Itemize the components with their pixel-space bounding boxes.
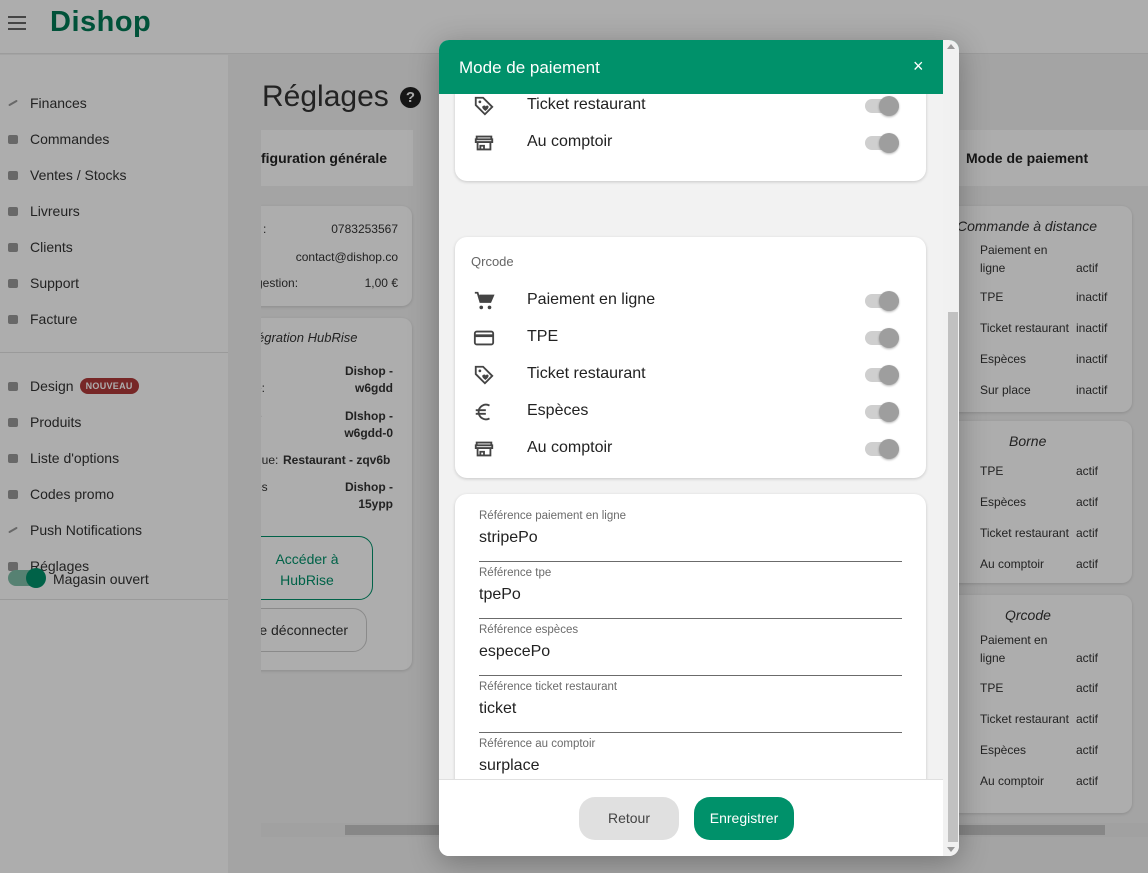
especes-reference-input[interactable] <box>479 639 902 665</box>
reference-field: Référence paiement en ligne <box>479 510 902 562</box>
tpe-reference-input[interactable] <box>479 582 902 608</box>
tag-icon <box>473 364 495 386</box>
payment-row: Au comptoir <box>455 430 926 467</box>
reference-field: Référence espèces <box>479 624 902 676</box>
field-label: Référence paiement en ligne <box>479 510 627 522</box>
modal-title: Mode de paiement <box>459 58 600 77</box>
payment-row: Ticket restaurant <box>455 94 926 124</box>
payment-row: Paiement en ligne <box>455 282 926 319</box>
online-payment-toggle[interactable] <box>865 291 899 311</box>
online-payment-reference-input[interactable] <box>479 525 902 551</box>
modal-header: Mode de paiement × <box>439 40 959 94</box>
ticket-restaurant-toggle[interactable] <box>865 96 899 116</box>
tag-icon <box>473 95 495 117</box>
store-icon <box>473 438 495 460</box>
payment-label: Ticket restaurant <box>527 365 646 382</box>
payment-row: Espèces <box>455 393 926 430</box>
card-title: Qrcode <box>471 254 514 269</box>
payment-mode-modal: Mode de paiement × Ticket restaurant Au … <box>439 40 959 856</box>
store-icon <box>473 132 495 154</box>
payment-row: TPE <box>455 319 926 356</box>
scroll-down-icon[interactable] <box>947 847 955 852</box>
au-comptoir-toggle[interactable] <box>865 439 899 459</box>
cart-icon <box>473 290 495 312</box>
modal-footer: Retour Enregistrer <box>439 779 943 856</box>
qrcode-payment-card: Qrcode Paiement en ligne TPE Ticket rest… <box>455 237 926 478</box>
field-label: Référence au comptoir <box>479 738 596 750</box>
reference-field: Référence tpe <box>479 567 902 619</box>
payment-label: Ticket restaurant <box>527 96 646 113</box>
scroll-up-icon[interactable] <box>947 44 955 49</box>
reference-field: Référence ticket restaurant <box>479 681 902 733</box>
field-label: Référence tpe <box>479 567 552 579</box>
especes-toggle[interactable] <box>865 402 899 422</box>
kiosk-payment-card: Ticket restaurant Au comptoir <box>455 94 926 181</box>
euro-icon <box>473 401 495 423</box>
modal-body: Ticket restaurant Au comptoir Qrcode Pai… <box>439 94 943 779</box>
payment-row: Ticket restaurant <box>455 356 926 393</box>
payment-label: TPE <box>527 328 559 345</box>
ticket-reference-input[interactable] <box>479 696 902 722</box>
reference-field: Référence au comptoir <box>479 738 902 779</box>
ticket-restaurant-toggle[interactable] <box>865 365 899 385</box>
save-button[interactable]: Enregistrer <box>694 797 794 840</box>
payment-label: Au comptoir <box>527 439 613 456</box>
payment-label: Au comptoir <box>527 133 613 150</box>
scrollbar-thumb[interactable] <box>948 312 958 842</box>
tpe-toggle[interactable] <box>865 328 899 348</box>
payment-row: Au comptoir <box>455 124 926 161</box>
close-icon[interactable]: × <box>913 56 924 77</box>
comptoir-reference-input[interactable] <box>479 753 902 779</box>
payment-label: Paiement en ligne <box>527 291 656 308</box>
modal-scrollbar[interactable] <box>943 40 959 856</box>
payment-references-card: Référence paiement en ligne Référence tp… <box>455 494 926 779</box>
field-label: Référence espèces <box>479 624 579 636</box>
card-icon <box>473 327 495 349</box>
back-button[interactable]: Retour <box>579 797 679 840</box>
au-comptoir-toggle[interactable] <box>865 133 899 153</box>
payment-label: Espèces <box>527 402 589 419</box>
field-label: Référence ticket restaurant <box>479 681 618 693</box>
